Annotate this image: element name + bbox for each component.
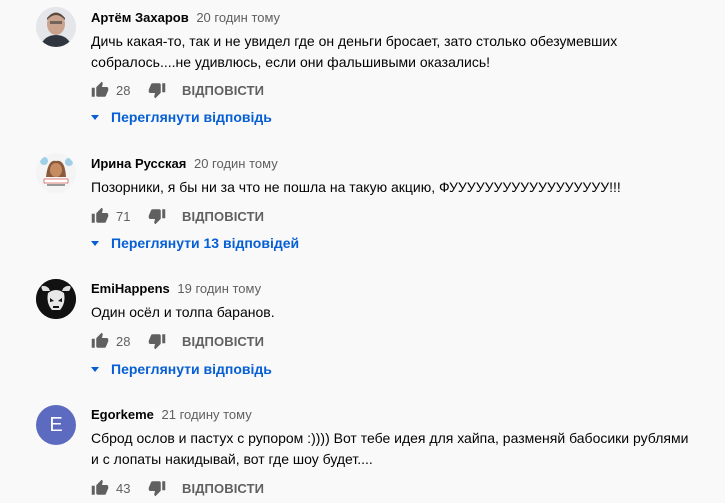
thumbs-down-icon[interactable] (148, 81, 166, 99)
comment-time[interactable]: 19 годин тому (177, 281, 261, 296)
caret-down-icon (91, 366, 99, 372)
comment-header: Ирина Русская 20 годин тому (91, 156, 278, 171)
like-count: 43 (116, 480, 131, 496)
avatar-skull-icon (36, 279, 76, 319)
view-replies-link[interactable]: Переглянути 13 відповідей (91, 233, 299, 253)
comment-header: EmiHappens 19 годин тому (91, 281, 261, 296)
reply-button[interactable]: ВІДПОВІСТИ (182, 481, 264, 496)
avatar[interactable] (36, 153, 76, 193)
avatar-cartoon-icon (36, 153, 76, 193)
like-count: 28 (116, 82, 131, 98)
comment-line: Позорники, я бы ни за что не пошла на та… (91, 179, 621, 195)
comment-text: Позорники, я бы ни за что не пошла на та… (91, 177, 711, 198)
comment-actions: 43 ВІДПОВІСТИ (91, 478, 264, 498)
comment-time[interactable]: 20 годин тому (194, 156, 278, 171)
avatar[interactable]: E (36, 405, 76, 445)
author-name[interactable]: Egorkeme (91, 407, 154, 422)
author-name[interactable]: EmiHappens (91, 281, 170, 296)
comment-actions: 28 ВІДПОВІСТИ (91, 80, 264, 100)
reply-button[interactable]: ВІДПОВІСТИ (182, 334, 264, 349)
comment-line: и с лопаты накидывай, вот где шоу будет.… (91, 451, 373, 467)
caret-down-icon (91, 114, 99, 120)
reply-button[interactable]: ВІДПОВІСТИ (182, 83, 264, 98)
thumbs-up-icon[interactable] (91, 332, 109, 350)
view-replies-link[interactable]: Переглянути відповідь (91, 107, 272, 127)
avatar-letter: E (49, 413, 63, 436)
caret-down-icon (91, 240, 99, 246)
thumbs-down-icon[interactable] (148, 332, 166, 350)
thumbs-down-icon[interactable] (148, 479, 166, 497)
thumbs-down-icon[interactable] (148, 207, 166, 225)
thumbs-up-icon[interactable] (91, 207, 109, 225)
comment-time[interactable]: 20 годин тому (196, 10, 280, 25)
comment-line: Сброд ослов и пастух с рупором :)))) Вот… (91, 430, 689, 446)
comment-line: Один осёл и толпа баранов. (91, 304, 275, 320)
comment-header: Артём Захаров 20 годин тому (91, 10, 280, 25)
author-name[interactable]: Ирина Русская (91, 156, 186, 171)
reply-button[interactable]: ВІДПОВІСТИ (182, 209, 264, 224)
thumbs-up-icon[interactable] (91, 479, 109, 497)
view-replies-label: Переглянути відповідь (111, 361, 272, 377)
comment-header: Egorkeme 21 годину тому (91, 407, 252, 422)
author-name[interactable]: Артём Захаров (91, 10, 189, 25)
like-count: 71 (116, 208, 131, 224)
comment-actions: 28 ВІДПОВІСТИ (91, 331, 264, 351)
like-count: 28 (116, 333, 131, 349)
view-replies-label: Переглянути відповідь (111, 109, 272, 125)
avatar[interactable] (36, 279, 76, 319)
comment-actions: 71 ВІДПОВІСТИ (91, 206, 264, 226)
comment-line: собралось....не удивлюсь, если они фальш… (91, 54, 491, 70)
view-replies-link[interactable]: Переглянути відповідь (91, 359, 272, 379)
comment-line: Дичь какая-то, так и не увидел где он де… (91, 33, 618, 49)
comment-text: Сброд ослов и пастух с рупором :)))) Вот… (91, 428, 711, 470)
view-replies-label: Переглянути 13 відповідей (111, 235, 300, 251)
avatar-photo-icon (36, 7, 76, 47)
comment-text: Один осёл и толпа баранов. (91, 302, 711, 323)
comment-time[interactable]: 21 годину тому (162, 407, 252, 422)
comment-text: Дичь какая-то, так и не увидел где он де… (91, 31, 711, 73)
thumbs-up-icon[interactable] (91, 81, 109, 99)
avatar[interactable] (36, 7, 76, 47)
